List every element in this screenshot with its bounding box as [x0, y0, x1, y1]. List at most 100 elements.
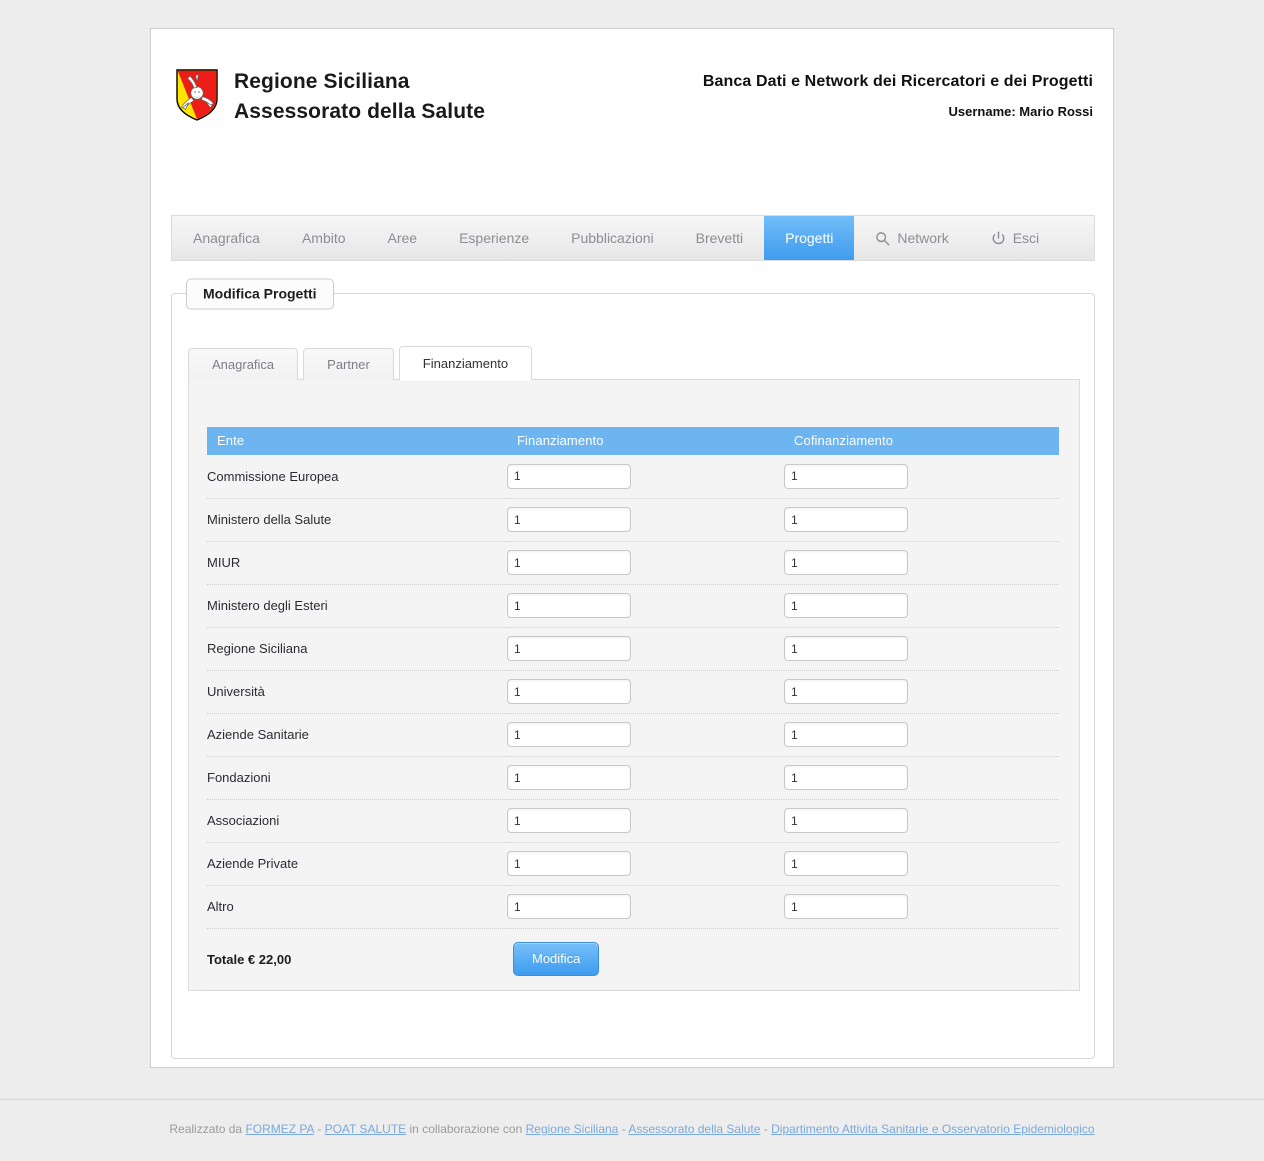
footer-link-regione-siciliana[interactable]: Regione Siciliana	[526, 1122, 619, 1136]
finanziamento-input[interactable]	[507, 463, 631, 489]
table-total-row: Totale € 22,00 Modifica	[207, 928, 1059, 991]
footer-prefix: Realizzato da	[169, 1122, 243, 1136]
table-row: Ministero degli Esteri	[207, 584, 1059, 628]
brand-line-1: Regione Siciliana	[234, 70, 410, 93]
table-header-row: Ente Finanziamento Cofinanziamento	[207, 427, 1059, 455]
nav-item-aree[interactable]: Aree	[367, 216, 439, 260]
modifica-progetti-panel: Modifica Progetti Anagrafica Partner Fin…	[171, 278, 1095, 1059]
subtab-bar: Anagrafica Partner Finanziamento	[188, 346, 537, 381]
search-icon	[875, 231, 890, 246]
nav-label-esci: Esci	[1012, 230, 1040, 246]
nav-item-anagrafica[interactable]: Anagrafica	[172, 216, 281, 260]
site-header: Regione Siciliana Assessorato della Salu…	[151, 29, 1113, 164]
ente-label: MIUR	[207, 541, 507, 585]
finanziamento-input[interactable]	[507, 851, 631, 876]
cofinanziamento-input[interactable]	[784, 722, 908, 747]
nav-label-aree: Aree	[387, 230, 418, 246]
footer-link-poat-salute[interactable]: POAT SALUTE	[325, 1122, 407, 1136]
ente-label: Università	[207, 670, 507, 714]
ente-label: Associazioni	[207, 799, 507, 843]
nav-item-esci[interactable]: Esci	[970, 216, 1060, 260]
subtab-label-anagrafica: Anagrafica	[212, 357, 275, 372]
ente-label: Commissione Europea	[207, 455, 507, 499]
footer-dash-3: -	[763, 1122, 768, 1136]
ente-label: Aziende Private	[207, 842, 507, 886]
nav-item-esperienze[interactable]: Esperienze	[438, 216, 550, 260]
cofinanziamento-input[interactable]	[784, 808, 908, 833]
finanziamento-input[interactable]	[507, 507, 631, 532]
nav-label-ambito: Ambito	[301, 230, 346, 246]
footer-dash-2: -	[621, 1122, 626, 1136]
nav-label-pubblicazioni: Pubblicazioni	[571, 230, 654, 246]
brand-text: Regione Siciliana Assessorato della Salu…	[234, 67, 485, 127]
finanziamento-input[interactable]	[507, 636, 631, 661]
table-row: Regione Siciliana	[207, 627, 1059, 671]
main-nav: Anagrafica Ambito Aree Esperienze Pubbli…	[171, 215, 1095, 261]
table-row: Altro	[207, 885, 1059, 929]
username-label: Username: Mario Rossi	[948, 104, 1094, 119]
sicilian-trinacria-crest-icon	[176, 69, 218, 121]
ente-label: Aziende Sanitarie	[207, 713, 507, 757]
nav-item-network[interactable]: Network	[854, 216, 969, 260]
cofinanziamento-input[interactable]	[784, 636, 908, 661]
ente-label: Regione Siciliana	[207, 627, 507, 671]
cofinanziamento-input[interactable]	[784, 550, 908, 575]
table-row: Fondazioni	[207, 756, 1059, 800]
nav-label-network: Network	[897, 230, 949, 246]
finanziamento-tabpane: Ente Finanziamento Cofinanziamento Commi…	[188, 379, 1080, 991]
nav-item-pubblicazioni[interactable]: Pubblicazioni	[550, 216, 675, 260]
ente-label: Fondazioni	[207, 756, 507, 800]
footer-middle: in collaborazione con	[409, 1122, 523, 1136]
column-header-cofinanziamento: Cofinanziamento	[784, 427, 1059, 455]
ente-label: Ministero della Salute	[207, 498, 507, 542]
subtab-partner[interactable]: Partner	[303, 348, 394, 380]
subtab-label-partner: Partner	[327, 357, 370, 372]
panel-legend: Modifica Progetti	[186, 278, 334, 310]
table-row: Associazioni	[207, 799, 1059, 843]
footer-credits: Realizzato da FORMEZ PA - POAT SALUTE in…	[0, 1122, 1264, 1136]
finanziamento-input[interactable]	[507, 550, 631, 575]
nav-label-esperienze: Esperienze	[459, 230, 530, 246]
cofinanziamento-input[interactable]	[784, 463, 908, 489]
modifica-button[interactable]: Modifica	[513, 942, 600, 976]
total-label: Totale € 22,00	[207, 928, 507, 991]
finanziamento-input[interactable]	[507, 722, 631, 747]
finanziamento-input[interactable]	[507, 894, 631, 919]
column-header-ente: Ente	[207, 427, 507, 455]
subtab-finanziamento[interactable]: Finanziamento	[398, 346, 533, 381]
page-container: Regione Siciliana Assessorato della Salu…	[150, 28, 1114, 1068]
site-footer: Realizzato da FORMEZ PA - POAT SALUTE in…	[0, 1099, 1264, 1136]
footer-link-assessorato-salute[interactable]: Assessorato della Salute	[628, 1122, 760, 1136]
cofinanziamento-input[interactable]	[784, 507, 908, 532]
footer-dash-1: -	[317, 1122, 322, 1136]
table-row: Aziende Sanitarie	[207, 713, 1059, 757]
cofinanziamento-input[interactable]	[784, 894, 908, 919]
brand-line-2: Assessorato della Salute	[234, 100, 486, 124]
nav-item-ambito[interactable]: Ambito	[281, 216, 367, 260]
finanziamento-input[interactable]	[507, 679, 631, 704]
nav-item-progetti[interactable]: Progetti	[764, 216, 855, 260]
subtab-anagrafica[interactable]: Anagrafica	[188, 348, 299, 380]
ente-label: Ministero degli Esteri	[207, 584, 507, 628]
nav-label-anagrafica: Anagrafica	[193, 230, 260, 246]
brand: Regione Siciliana Assessorato della Salu…	[176, 67, 485, 127]
content-area: Modifica Progetti Anagrafica Partner Fin…	[171, 278, 1095, 1059]
cofinanziamento-input[interactable]	[784, 765, 908, 790]
app-title: Banca Dati e Network dei Ricercatori e d…	[702, 73, 1093, 90]
power-icon	[991, 231, 1006, 246]
cofinanziamento-input[interactable]	[784, 679, 908, 704]
nav-label-progetti: Progetti	[785, 230, 834, 246]
cofinanziamento-input[interactable]	[784, 593, 908, 618]
column-header-finanziamento: Finanziamento	[507, 427, 784, 455]
footer-link-formez-pa[interactable]: FORMEZ PA	[245, 1122, 313, 1136]
finanziamento-input[interactable]	[507, 593, 631, 618]
finanziamento-input[interactable]	[507, 808, 631, 833]
table-row: Università	[207, 670, 1059, 714]
finanziamento-input[interactable]	[507, 765, 631, 790]
table-row: MIUR	[207, 541, 1059, 585]
nav-item-brevetti[interactable]: Brevetti	[675, 216, 764, 260]
finanziamento-table: Ente Finanziamento Cofinanziamento Commi…	[207, 427, 1059, 991]
table-row: Ministero della Salute	[207, 498, 1059, 542]
cofinanziamento-input[interactable]	[784, 851, 908, 876]
footer-link-dipartimento[interactable]: Dipartimento Attivita Sanitarie e Osserv…	[771, 1122, 1094, 1136]
